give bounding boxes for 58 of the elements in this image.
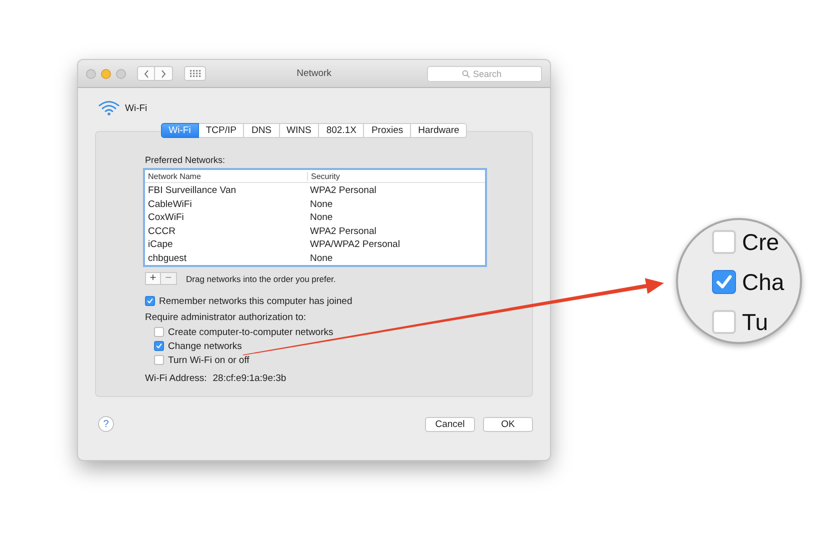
grid-icon <box>190 70 200 77</box>
search-icon <box>462 70 470 78</box>
tab[interactable]: Hardware <box>411 123 468 138</box>
window-title: Network <box>296 68 332 79</box>
tab[interactable]: Proxies <box>364 123 412 138</box>
checkbox-label: Remember networks this computer has joined <box>159 296 352 306</box>
table-cell: WPA/WPA2 Personal <box>310 239 400 250</box>
help-button[interactable]: ? <box>98 416 114 432</box>
search-field[interactable]: Search <box>427 66 542 82</box>
network-list[interactable]: Network Name Security FBI Surveillance Van WPA2 Personal CableWiFi None CoxWiFi None CCCR WPA2 Personal iCape WPA/WPA2 Personal chbguest None <box>143 168 487 267</box>
checkbox-label: Change networks <box>168 340 242 352</box>
section-label: Preferred Networks: <box>145 155 226 165</box>
table-cell: WPA2 Personal <box>310 226 376 237</box>
table-cell: None <box>310 212 333 224</box>
address-value: 28:cf:e9:1a:9e:3b <box>212 373 286 384</box>
checkbox[interactable] <box>154 327 164 337</box>
chevron-right-icon <box>161 70 166 78</box>
section-label: Require administrator authorization to: <box>145 312 308 323</box>
checkbox[interactable] <box>154 341 164 351</box>
tab[interactable]: WINS <box>280 123 320 138</box>
checkbox-label: Tu <box>742 308 768 336</box>
table-cell-text: CoxWiFi <box>148 212 185 224</box>
chevron-left-icon <box>144 70 148 78</box>
checkbox[interactable] <box>712 230 736 254</box>
table-cell-text: CableWiFi <box>148 198 193 210</box>
tab[interactable]: 802.1X <box>319 123 364 138</box>
ok-button[interactable]: OK <box>483 416 533 432</box>
tab[interactable]: TCP/IP <box>198 123 244 138</box>
checkbox[interactable] <box>712 310 736 334</box>
table-cell: None <box>310 198 333 210</box>
address-label: Wi-Fi Address: <box>145 373 207 384</box>
zoom-icon[interactable] <box>116 68 126 78</box>
checkbox-label: Cre <box>742 228 780 256</box>
cancel-button[interactable]: Cancel <box>425 416 475 432</box>
minimize-icon[interactable] <box>101 68 111 78</box>
table-cell-text: iCape <box>148 239 174 250</box>
checkbox-label: Create computer-to-computer networks <box>168 326 334 338</box>
checkbox[interactable] <box>145 296 155 306</box>
table-cell-text: chbguest <box>148 252 188 264</box>
table-cell-text: FBI Surveillance Van <box>148 185 238 196</box>
column-header[interactable]: Network Name <box>148 172 308 180</box>
column-header[interactable]: Security <box>311 172 340 180</box>
table-cell: WPA2 Personal <box>310 185 376 196</box>
hint-text: Drag networks into the order you prefer. <box>186 274 336 284</box>
checkbox-label: Cha <box>742 268 784 296</box>
checkbox-label: Turn Wi-Fi on or off <box>168 354 250 366</box>
add-button[interactable]: + <box>145 272 161 285</box>
show-all-button[interactable] <box>184 66 206 81</box>
forward-button[interactable] <box>155 66 173 81</box>
service-name: Wi-Fi <box>125 102 148 114</box>
table-cell: None <box>310 252 333 264</box>
wifi-icon <box>98 100 120 116</box>
table-cell-text: CCCR <box>148 226 176 237</box>
checkbox[interactable] <box>712 270 736 294</box>
checkbox[interactable] <box>154 355 164 365</box>
close-icon[interactable] <box>86 68 96 78</box>
back-button[interactable] <box>137 66 155 81</box>
tab[interactable]: DNS <box>244 123 280 138</box>
